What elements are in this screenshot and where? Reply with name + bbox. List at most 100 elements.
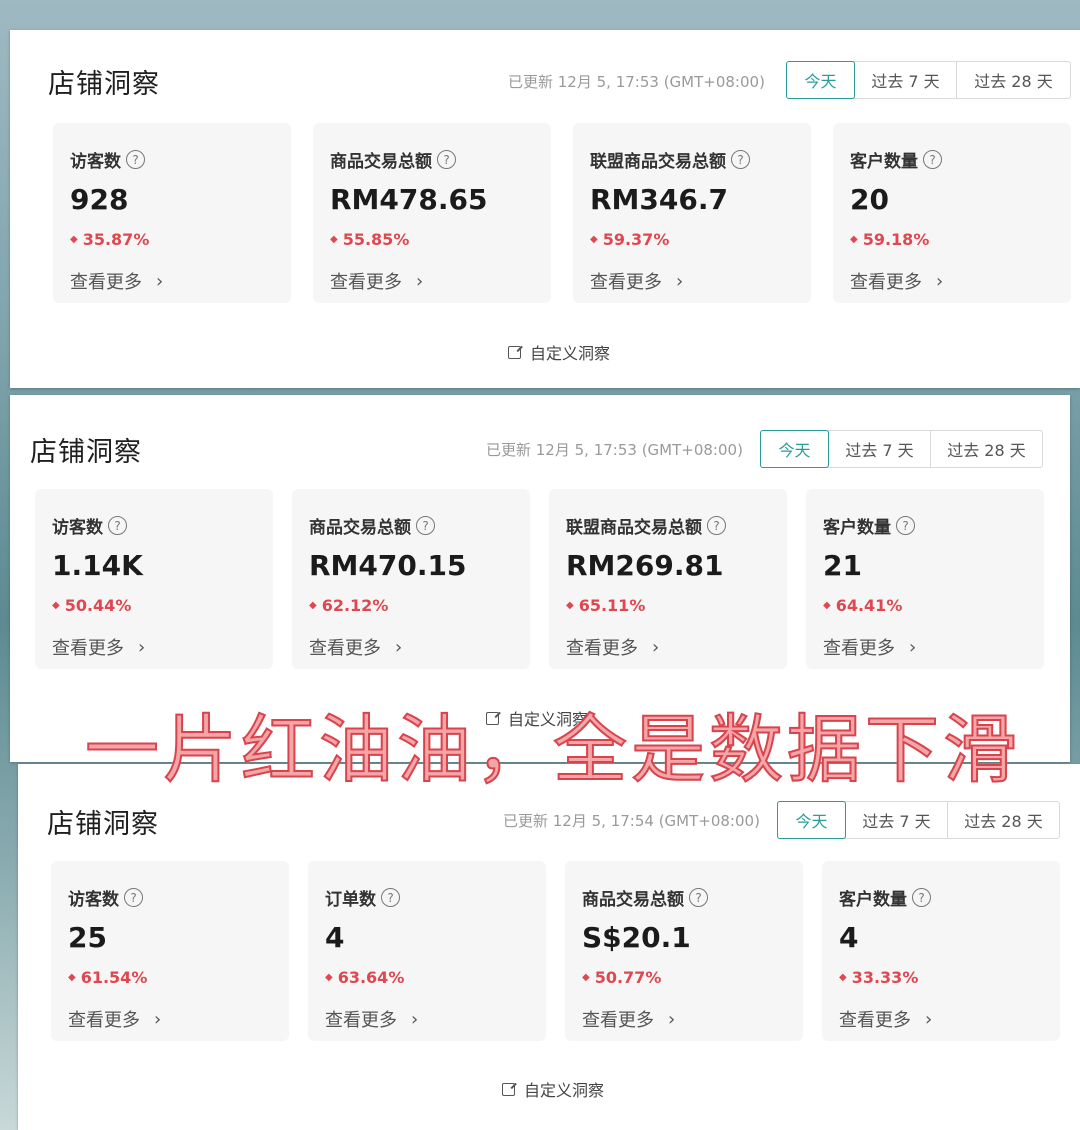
shop-insights-panel-3: 店铺洞察 已更新 12月 5, 17:54 (GMT+08:00) 今天 过去 … xyxy=(18,764,1080,1130)
metric-value: 21 xyxy=(823,549,862,582)
help-icon[interactable]: ? xyxy=(896,516,915,535)
metric-value: 25 xyxy=(68,921,107,954)
metric-value: RM346.7 xyxy=(590,183,728,216)
view-more-link[interactable]: 查看更多 › xyxy=(68,1006,161,1032)
help-icon[interactable]: ? xyxy=(923,150,942,169)
chevron-right-icon: › xyxy=(925,1008,933,1030)
view-more-link[interactable]: 查看更多 › xyxy=(823,634,916,660)
tab-last-28-days[interactable]: 过去 28 天 xyxy=(956,62,1070,98)
metric-value: RM470.15 xyxy=(309,549,467,582)
tab-last-7-days[interactable]: 过去 7 天 xyxy=(845,802,947,838)
tab-last-7-days[interactable]: 过去 7 天 xyxy=(828,431,930,467)
tab-last-28-days[interactable]: 过去 28 天 xyxy=(930,431,1042,467)
metric-change: ◆ 55.85% xyxy=(330,230,410,249)
metric-change: ◆ 50.77% xyxy=(582,968,662,987)
panel-title: 店铺洞察 xyxy=(30,437,142,468)
tab-today[interactable]: 今天 xyxy=(760,430,829,468)
view-more-link[interactable]: 查看更多 › xyxy=(850,268,943,294)
metric-value: 20 xyxy=(850,183,889,216)
shop-insights-panel-1: 店铺洞察 已更新 12月 5, 17:53 (GMT+08:00) 今天 过去 … xyxy=(10,30,1080,388)
chevron-right-icon: › xyxy=(676,270,684,292)
down-arrow-icon: ◆ xyxy=(68,972,76,983)
metric-label: 客户数量? xyxy=(823,513,915,538)
chevron-right-icon: › xyxy=(416,270,424,292)
down-arrow-icon: ◆ xyxy=(839,972,847,983)
down-arrow-icon: ◆ xyxy=(70,234,78,245)
view-more-link[interactable]: 查看更多 › xyxy=(70,268,163,294)
tab-today[interactable]: 今天 xyxy=(777,801,846,839)
tab-last-7-days[interactable]: 过去 7 天 xyxy=(854,62,956,98)
customize-insights-button[interactable]: 自定义洞察 xyxy=(502,1077,604,1101)
metric-card-affiliate-gmv: 联盟商品交易总额? RM269.81 ◆ 65.11% 查看更多 › xyxy=(549,489,787,669)
down-arrow-icon: ◆ xyxy=(325,972,333,983)
help-icon[interactable]: ? xyxy=(108,516,127,535)
metric-label: 客户数量? xyxy=(839,885,931,910)
metric-card-customers: 客户数量? 20 ◆ 59.18% 查看更多 › xyxy=(833,123,1071,303)
chevron-right-icon: › xyxy=(652,636,660,658)
view-more-link[interactable]: 查看更多 › xyxy=(325,1006,418,1032)
help-icon[interactable]: ? xyxy=(689,888,708,907)
metric-label: 商品交易总额? xyxy=(582,885,708,910)
edit-icon xyxy=(502,1082,515,1096)
help-icon[interactable]: ? xyxy=(912,888,931,907)
metric-label: 联盟商品交易总额? xyxy=(590,147,750,172)
edit-icon xyxy=(508,345,521,359)
metric-value: S$20.1 xyxy=(582,921,691,954)
chevron-right-icon: › xyxy=(138,636,146,658)
view-more-link[interactable]: 查看更多 › xyxy=(52,634,145,660)
metric-change: ◆ 65.11% xyxy=(566,596,646,615)
metric-change: ◆ 33.33% xyxy=(839,968,919,987)
help-icon[interactable]: ? xyxy=(381,888,400,907)
view-more-link[interactable]: 查看更多 › xyxy=(330,268,423,294)
metric-change: ◆ 62.12% xyxy=(309,596,389,615)
date-range-selector: 今天 过去 7 天 过去 28 天 xyxy=(777,801,1060,839)
view-more-link[interactable]: 查看更多 › xyxy=(309,634,402,660)
panel-title: 店铺洞察 xyxy=(48,69,160,100)
help-icon[interactable]: ? xyxy=(707,516,726,535)
metric-card-orders: 订单数? 4 ◆ 63.64% 查看更多 › xyxy=(308,861,546,1041)
metric-value: RM478.65 xyxy=(330,183,488,216)
updated-timestamp: 已更新 12月 5, 17:53 (GMT+08:00) xyxy=(486,441,743,459)
view-more-link[interactable]: 查看更多 › xyxy=(839,1006,932,1032)
overlay-caption: 一片红油油，全是数据下滑 xyxy=(84,706,1021,794)
metric-label: 联盟商品交易总额? xyxy=(566,513,726,538)
chevron-right-icon: › xyxy=(909,636,917,658)
chevron-right-icon: › xyxy=(395,636,403,658)
customize-insights-button[interactable]: 自定义洞察 xyxy=(508,340,610,364)
metric-card-visitors: 访客数? 928 ◆ 35.87% 查看更多 › xyxy=(53,123,291,303)
date-range-selector: 今天 过去 7 天 过去 28 天 xyxy=(786,61,1071,99)
metric-value: 1.14K xyxy=(52,549,143,582)
chevron-right-icon: › xyxy=(411,1008,419,1030)
help-icon[interactable]: ? xyxy=(416,516,435,535)
tab-last-28-days[interactable]: 过去 28 天 xyxy=(947,802,1059,838)
help-icon[interactable]: ? xyxy=(437,150,456,169)
down-arrow-icon: ◆ xyxy=(566,600,574,611)
view-more-link[interactable]: 查看更多 › xyxy=(590,268,683,294)
metric-change: ◆ 59.18% xyxy=(850,230,930,249)
updated-timestamp: 已更新 12月 5, 17:54 (GMT+08:00) xyxy=(503,812,760,830)
view-more-link[interactable]: 查看更多 › xyxy=(582,1006,675,1032)
chevron-right-icon: › xyxy=(154,1008,162,1030)
help-icon[interactable]: ? xyxy=(126,150,145,169)
metric-value: RM269.81 xyxy=(566,549,724,582)
metric-card-gmv: 商品交易总额? RM470.15 ◆ 62.12% 查看更多 › xyxy=(292,489,530,669)
help-icon[interactable]: ? xyxy=(124,888,143,907)
metric-card-gmv: 商品交易总额? S$20.1 ◆ 50.77% 查看更多 › xyxy=(565,861,803,1041)
metric-label: 订单数? xyxy=(325,885,400,910)
help-icon[interactable]: ? xyxy=(731,150,750,169)
metric-change: ◆ 63.64% xyxy=(325,968,405,987)
metric-change: ◆ 35.87% xyxy=(70,230,150,249)
metric-value: 928 xyxy=(70,183,129,216)
date-range-selector: 今天 过去 7 天 过去 28 天 xyxy=(760,430,1043,468)
metric-label: 商品交易总额? xyxy=(309,513,435,538)
tab-today[interactable]: 今天 xyxy=(786,61,855,99)
metric-label: 访客数? xyxy=(70,147,145,172)
down-arrow-icon: ◆ xyxy=(52,600,60,611)
down-arrow-icon: ◆ xyxy=(309,600,317,611)
metric-card-customers: 客户数量? 4 ◆ 33.33% 查看更多 › xyxy=(822,861,1060,1041)
down-arrow-icon: ◆ xyxy=(850,234,858,245)
metric-card-visitors: 访客数? 1.14K ◆ 50.44% 查看更多 › xyxy=(35,489,273,669)
view-more-link[interactable]: 查看更多 › xyxy=(566,634,659,660)
chevron-right-icon: › xyxy=(156,270,164,292)
down-arrow-icon: ◆ xyxy=(823,600,831,611)
